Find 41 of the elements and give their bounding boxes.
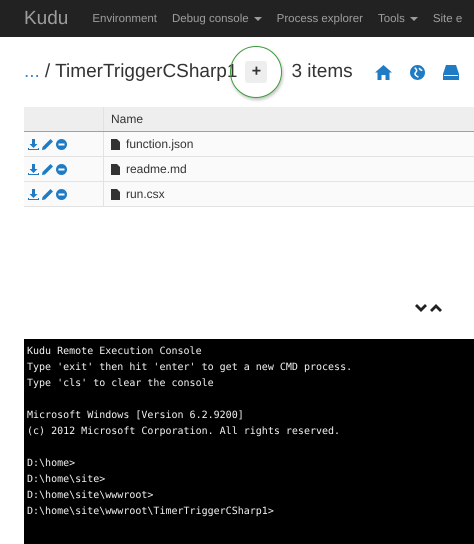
column-header[interactable]: Name — [111, 112, 144, 126]
globe-icon[interactable] — [410, 64, 425, 80]
remove-icon[interactable] — [56, 164, 67, 174]
nav-link[interactable]: Site e — [432, 12, 462, 24]
logo[interactable]: Kudu — [24, 8, 68, 30]
file-name[interactable]: function.json — [126, 137, 194, 151]
download-icon[interactable] — [28, 164, 39, 174]
console[interactable] — [24, 339, 474, 544]
download-icon[interactable] — [28, 188, 39, 200]
console-line: Microsoft Windows [Version 6.2.9200] — [27, 409, 245, 423]
nav-link[interactable]: Debug console — [172, 12, 262, 24]
console-line: D:\home> — [27, 457, 76, 471]
chevron-up-icon[interactable] — [430, 304, 442, 313]
item-count: 3 items — [291, 61, 353, 83]
file-icon — [111, 138, 120, 150]
chevron-down-icon[interactable] — [415, 304, 427, 313]
drive-icon[interactable] — [442, 64, 459, 80]
nav-link[interactable]: Process explorer — [276, 12, 363, 24]
pencil-icon[interactable] — [42, 188, 53, 200]
console-line: D:\home\site\wwwroot> — [27, 489, 154, 503]
add-button[interactable]: + — [245, 61, 268, 83]
nav-link[interactable]: Tools — [378, 12, 418, 24]
console-line: D:\home\site\wwwroot\TimerTriggerCSharp1> — [27, 505, 275, 519]
pencil-icon[interactable] — [42, 164, 53, 174]
nav-link[interactable]: Environment — [92, 12, 157, 24]
console-line: Kudu Remote Execution Console — [27, 345, 203, 359]
console-line: Type 'cls' to clear the console — [27, 377, 215, 391]
console-line: (c) 2012 Microsoft Corporation. All rights reserved. — [27, 425, 342, 439]
remove-icon[interactable] — [56, 138, 67, 150]
path-separator: / — [44, 61, 50, 83]
pencil-icon[interactable] — [42, 138, 53, 150]
parent-link[interactable]: ... — [24, 61, 40, 83]
file-name[interactable]: run.csx — [126, 187, 165, 201]
console-line: D:\home\site> — [27, 473, 106, 487]
file-icon — [111, 188, 120, 200]
remove-icon[interactable] — [56, 188, 67, 200]
download-icon[interactable] — [28, 138, 39, 150]
file-name[interactable]: readme.md — [126, 162, 187, 176]
home-icon[interactable] — [374, 64, 392, 80]
file-icon — [111, 164, 120, 174]
console-line: Type 'exit' then hit 'enter' to get a new CMD process. — [27, 361, 354, 375]
